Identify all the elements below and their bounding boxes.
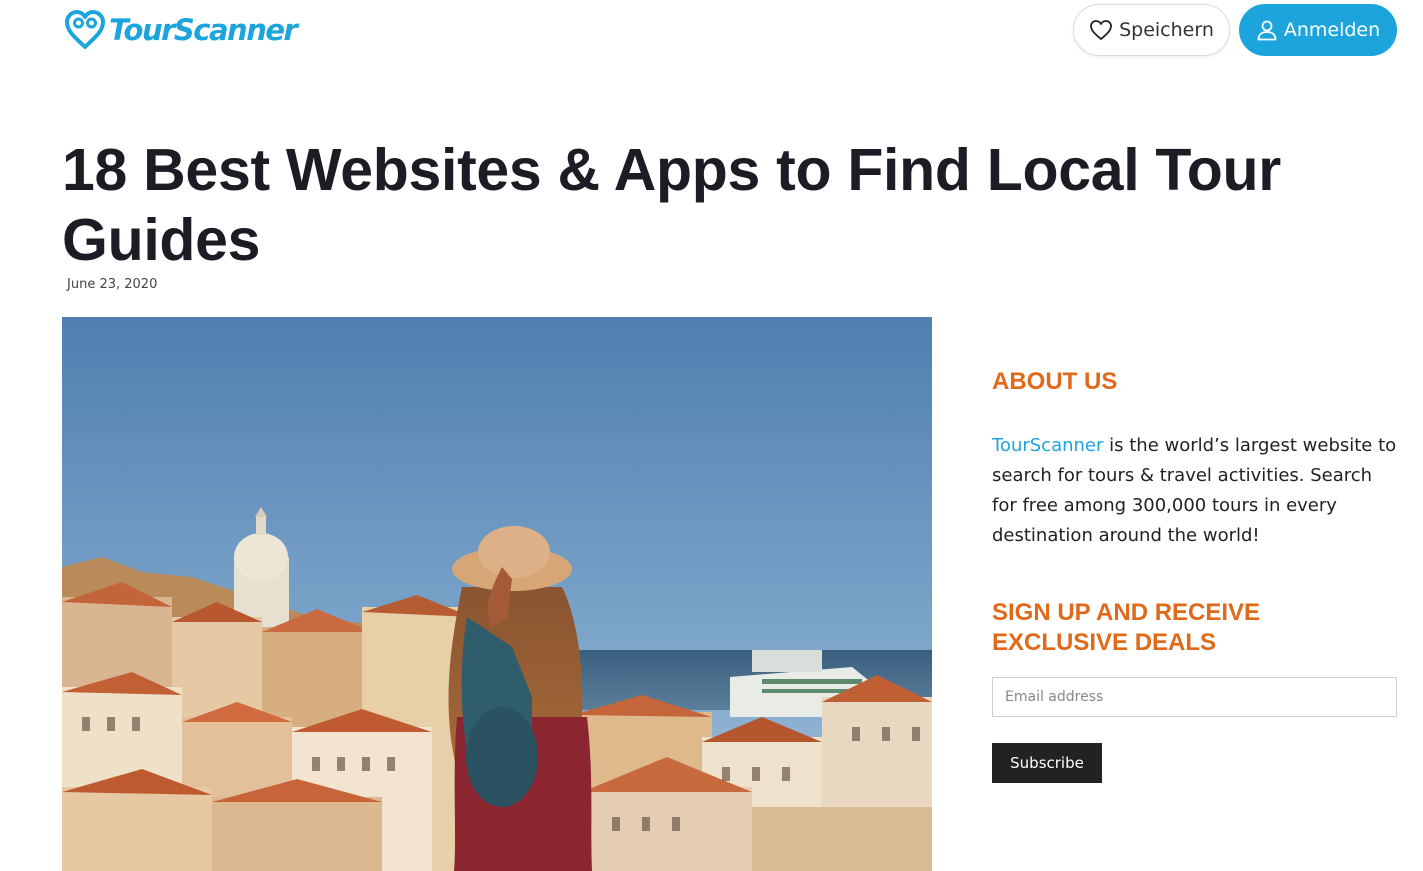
login-button[interactable]: Anmelden xyxy=(1239,4,1397,56)
user-icon xyxy=(1257,20,1277,41)
subscribe-button[interactable]: Subscribe xyxy=(992,743,1102,783)
logo-heart-pin-icon xyxy=(65,10,105,49)
save-label: Speichern xyxy=(1119,19,1214,41)
about-text: TourScanner is the world’s largest websi… xyxy=(992,431,1402,551)
signup-heading: SIGN UP AND RECEIVE EXCLUSIVE DEALS xyxy=(992,599,1261,656)
article-date: June 23, 2020 xyxy=(67,277,158,292)
hero-image xyxy=(62,317,932,871)
about-brand-link[interactable]: TourScanner xyxy=(992,435,1103,456)
heart-icon xyxy=(1090,20,1112,40)
login-label: Anmelden xyxy=(1283,19,1381,41)
logo-link[interactable]: TourScanner xyxy=(64,10,298,50)
page-title: 18 Best Websites & Apps to Find Local To… xyxy=(62,137,1281,273)
email-field[interactable] xyxy=(992,677,1397,717)
about-heading: ABOUT US xyxy=(992,368,1118,395)
save-button[interactable]: Speichern xyxy=(1073,4,1230,56)
brand-name: TourScanner xyxy=(109,13,298,47)
